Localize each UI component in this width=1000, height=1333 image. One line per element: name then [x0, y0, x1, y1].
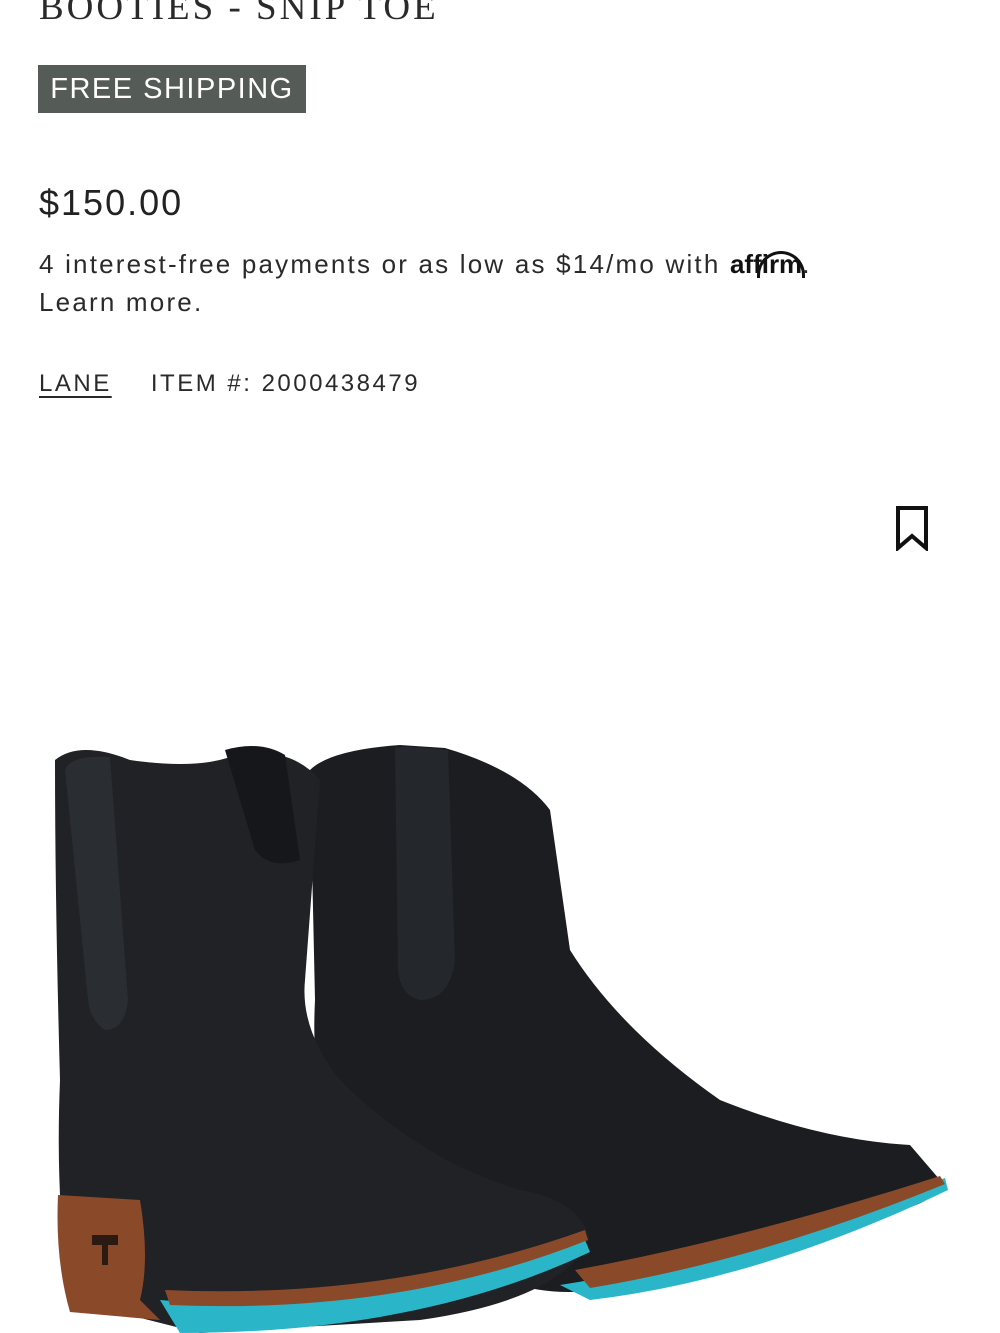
- financing-text: 4 interest-free payments or as low as $1…: [39, 249, 730, 279]
- brand-link[interactable]: LANE: [39, 370, 112, 397]
- item-number-label: ITEM #:: [150, 370, 253, 397]
- free-shipping-badge: FREE SHIPPING: [38, 65, 306, 113]
- affirm-logo: affirm: [730, 249, 806, 279]
- product-meta: LANE ITEM #: 2000438479: [39, 368, 420, 400]
- financing-info: 4 interest-free payments or as low as $1…: [39, 245, 959, 321]
- product-title: BOOTIES - SNIP TOE: [39, 0, 439, 28]
- product-price: $150.00: [39, 182, 184, 223]
- item-number: 2000438479: [261, 370, 421, 397]
- learn-more-link[interactable]: Learn more.: [39, 283, 959, 321]
- bookmark-icon[interactable]: [893, 505, 931, 551]
- boots-image[interactable]: [0, 700, 1000, 1333]
